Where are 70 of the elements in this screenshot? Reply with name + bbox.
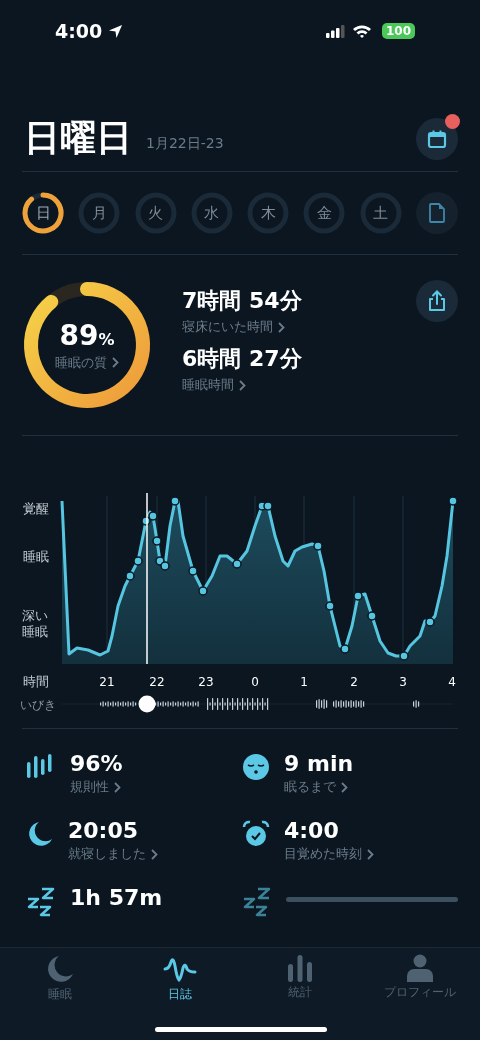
metric-label: 規則性 bbox=[70, 778, 109, 796]
quality-label: 睡眠の質 bbox=[55, 353, 107, 372]
signal-icon bbox=[325, 24, 346, 38]
metric-value: 1h 57m bbox=[70, 885, 164, 910]
hour-label: 22 bbox=[149, 675, 165, 689]
report-button[interactable] bbox=[415, 192, 458, 234]
status-time: 4:00 bbox=[55, 20, 103, 42]
day-title: 日曜日 bbox=[24, 116, 132, 160]
calendar-button[interactable] bbox=[416, 117, 458, 160]
day-tab[interactable]: 木 bbox=[247, 192, 290, 234]
quality-score: 89 bbox=[59, 318, 99, 352]
alarm-clock-icon bbox=[242, 820, 270, 848]
hour-label: 1 bbox=[300, 675, 308, 689]
chevron-icon bbox=[341, 781, 348, 793]
nav-tab[interactable]: プロフィール bbox=[365, 954, 475, 1010]
calendar-icon bbox=[427, 128, 447, 149]
chevron-icon bbox=[367, 848, 374, 860]
day-tab[interactable]: 金 bbox=[303, 192, 346, 234]
chevron-icon bbox=[114, 781, 121, 793]
hour-label: 21 bbox=[99, 675, 115, 689]
nav-tab[interactable]: 睡眠 bbox=[5, 954, 115, 1010]
metric-label: 眠るまで bbox=[284, 778, 336, 796]
metric-label: 就寝しました bbox=[68, 845, 146, 863]
day-tab[interactable]: 水 bbox=[190, 192, 233, 234]
metric-label: 目覚めた時刻 bbox=[284, 845, 362, 863]
chevron-icon bbox=[239, 379, 246, 391]
moon-icon bbox=[45, 954, 75, 984]
person-icon bbox=[407, 954, 433, 982]
battery-level: 100 bbox=[381, 23, 415, 39]
zzz-icon bbox=[242, 887, 272, 917]
day-tab[interactable]: 日 bbox=[22, 192, 64, 234]
snore-label: いびき bbox=[20, 698, 56, 712]
share-button[interactable] bbox=[416, 280, 458, 322]
metric-value: 4:00 bbox=[284, 818, 340, 843]
sleep-quality-ring[interactable]: 89% 睡眠の質 bbox=[22, 280, 152, 410]
day-tab[interactable]: 火 bbox=[134, 192, 177, 234]
metric-value: 96% bbox=[70, 751, 124, 776]
chevron-icon bbox=[112, 357, 119, 368]
percent-unit: % bbox=[98, 329, 115, 349]
duration-label: 睡眠時間 bbox=[182, 376, 234, 394]
share-icon bbox=[427, 290, 447, 312]
stage-label: 睡眠 bbox=[23, 549, 49, 564]
date-range: 1月22日-23 bbox=[146, 134, 224, 153]
metric-value: 20:05 bbox=[68, 818, 140, 843]
sleepy-face-icon bbox=[242, 753, 270, 781]
playhead-handle[interactable] bbox=[138, 695, 156, 713]
bar-chart-icon bbox=[287, 954, 313, 982]
moon-icon bbox=[26, 820, 54, 848]
location-arrow-icon bbox=[108, 23, 124, 39]
chevron-icon bbox=[278, 321, 285, 333]
document-icon bbox=[428, 203, 445, 223]
stage-label: 深い睡眠 bbox=[22, 608, 49, 641]
duration-label: 寝床にいた時間 bbox=[182, 318, 273, 336]
axis-label: 時間 bbox=[23, 674, 49, 689]
nav-tab[interactable]: 日誌 bbox=[125, 954, 235, 1010]
hour-label: 4 bbox=[448, 675, 456, 689]
hour-label: 2 bbox=[350, 675, 358, 689]
hour-label: 3 bbox=[399, 675, 407, 689]
duration-value: 7時間 54分 bbox=[182, 288, 302, 313]
wifi-icon bbox=[351, 24, 372, 38]
chevron-icon bbox=[151, 848, 158, 860]
hour-label: 23 bbox=[198, 675, 214, 689]
nav-tab[interactable]: 統計 bbox=[245, 954, 355, 1010]
duration-value: 6時間 27分 bbox=[182, 346, 302, 371]
stage-label: 覚醒 bbox=[23, 501, 49, 516]
metric-value: 9 min bbox=[284, 751, 355, 776]
hour-label: 0 bbox=[251, 675, 259, 689]
day-tab[interactable]: 月 bbox=[78, 192, 121, 234]
day-tab[interactable]: 土 bbox=[359, 192, 402, 234]
zzz-icon bbox=[26, 887, 56, 917]
